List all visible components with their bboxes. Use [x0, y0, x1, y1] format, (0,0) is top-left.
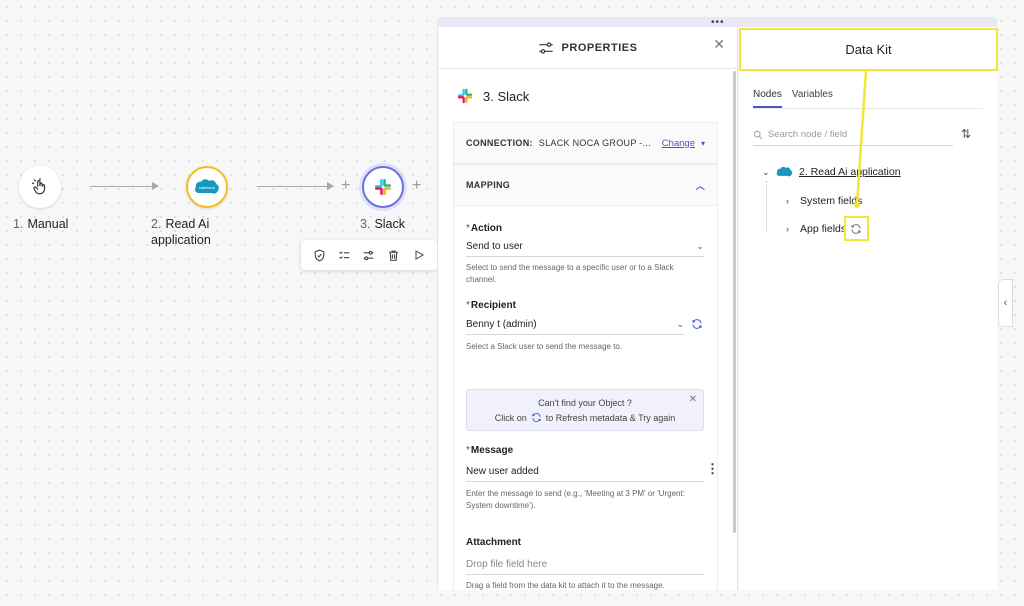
message-help: Enter the message to send (e.g., 'Meetin… — [466, 489, 685, 510]
info-prefix: Click on — [494, 412, 527, 423]
info-line-2: Click on to Refresh metadata & Try again — [467, 412, 703, 423]
tree-guide-line — [766, 181, 767, 231]
sliders-icon[interactable] — [358, 244, 380, 266]
refresh-icon[interactable] — [691, 318, 703, 330]
scrollbar[interactable] — [733, 71, 736, 533]
chevron-down-icon[interactable]: ⌄ — [696, 241, 704, 252]
tree-node-read-ai-label: 2. Read Ai application — [799, 166, 901, 178]
mapping-body: *Action Send to user ⌄ Select to send th… — [453, 206, 719, 590]
highlight-box — [844, 216, 869, 241]
search-placeholder: Search node / field — [768, 129, 848, 140]
tree-item-label: System fields — [800, 195, 863, 207]
step-title: 3. Slack — [456, 87, 529, 105]
node-manual[interactable] — [19, 166, 61, 208]
chevron-down-icon[interactable]: ⌄ — [676, 319, 684, 330]
properties-header: PROPERTIES — [438, 27, 737, 69]
flow-arrow — [90, 182, 159, 190]
node-slack[interactable] — [362, 166, 404, 208]
chevron-right-icon[interactable]: › — [786, 196, 794, 206]
refresh-icon[interactable] — [531, 412, 542, 423]
recipient-value: Benny t (admin) — [466, 319, 537, 330]
node-number: 3. — [360, 217, 371, 231]
chevron-down-icon[interactable]: ⌄ — [762, 167, 770, 178]
info-suffix: to Refresh metadata & Try again — [545, 412, 676, 423]
hand-pointer-icon — [31, 178, 46, 195]
svg-text:salesforce: salesforce — [199, 186, 215, 190]
chevron-right-icon[interactable]: › — [786, 224, 794, 234]
action-label: *Action — [466, 223, 503, 234]
salesforce-icon: salesforce — [195, 179, 219, 194]
action-select[interactable]: Send to user ⌄ — [466, 237, 704, 257]
node-read-ai-label: 2. Read Ai application — [151, 216, 261, 248]
sort-icon[interactable]: ⇅ — [961, 127, 971, 141]
search-input[interactable]: Search node / field — [753, 124, 953, 146]
recipient-help: Select a Slack user to send the message … — [466, 342, 623, 351]
recipient-label: *Recipient — [466, 300, 516, 311]
mapping-label: MAPPING — [466, 180, 511, 190]
attachment-dropzone[interactable]: Drop file field here — [466, 555, 704, 575]
add-step-plus-icon[interactable]: + — [341, 178, 350, 194]
recipient-select[interactable]: Benny t (admin) ⌄ — [466, 315, 684, 335]
play-icon[interactable] — [408, 244, 430, 266]
message-label-text: Message — [470, 445, 514, 456]
message-input[interactable]: New user added — [466, 462, 704, 482]
tree-item-label: App fields — [800, 223, 847, 235]
connection-section: CONNECTION: SLACK NOCA GROUP -... Change… — [453, 122, 718, 164]
chevron-down-icon[interactable]: ▾ — [701, 139, 705, 148]
chevron-left-icon[interactable]: ‹ — [998, 279, 1013, 327]
action-value: Send to user — [466, 241, 523, 252]
node-title: Manual — [27, 217, 69, 231]
tab-divider — [753, 108, 983, 109]
connection-value: SLACK NOCA GROUP -... — [538, 138, 651, 148]
node-number: 2. — [151, 217, 162, 231]
sliders-icon — [538, 41, 553, 54]
trash-icon[interactable] — [383, 244, 405, 266]
shield-check-icon[interactable] — [308, 244, 330, 266]
change-connection-link[interactable]: Change — [662, 138, 695, 149]
data-kit-panel: Data Kit Nodes Variables Search node / f… — [739, 27, 998, 590]
flow-arrow — [257, 182, 334, 190]
slack-icon — [375, 179, 391, 195]
salesforce-icon — [776, 166, 793, 177]
info-line-1: Can't find your Object ? — [538, 398, 632, 408]
slack-icon — [457, 88, 473, 104]
checklist-icon[interactable] — [333, 244, 355, 266]
node-number: 1. — [13, 217, 24, 231]
node-title: Slack — [374, 217, 406, 231]
attachment-placeholder: Drop file field here — [466, 559, 548, 570]
action-label-text: Action — [470, 223, 503, 234]
recipient-label-text: Recipient — [470, 300, 516, 311]
mapping-section-header[interactable]: MAPPING ︿ — [453, 164, 718, 206]
tree-node-read-ai[interactable]: ⌄ 2. Read Ai application — [762, 166, 901, 178]
data-kit-tabs: Nodes Variables — [753, 89, 833, 108]
node-slack-label: 3. Slack — [360, 216, 405, 232]
chevron-up-icon[interactable]: ︿ — [696, 179, 705, 192]
more-options-icon[interactable]: ⋮ — [706, 462, 719, 475]
message-value: New user added — [466, 466, 539, 477]
close-icon[interactable]: ✕ — [689, 394, 697, 405]
data-kit-title: Data Kit — [739, 28, 998, 71]
action-help: Select to send the message to a specific… — [466, 263, 674, 284]
node-read-ai-application[interactable]: salesforce — [186, 166, 228, 208]
tree-item-system-fields[interactable]: › System fields — [786, 195, 862, 207]
tab-nodes[interactable]: Nodes — [753, 89, 782, 108]
properties-title: PROPERTIES — [561, 41, 638, 54]
add-step-plus-icon[interactable]: + — [412, 178, 421, 194]
attachment-help: Drag a field from the data kit to attach… — [466, 581, 665, 590]
message-label: *Message — [466, 445, 514, 456]
refresh-metadata-info: ✕ Can't find your Object ? Click on to R… — [466, 389, 704, 431]
step-title-text: 3. Slack — [483, 88, 530, 104]
properties-panel: PROPERTIES ✕ 3. Slack CONNECTION: SLACK … — [437, 27, 738, 590]
connection-label: CONNECTION: — [466, 138, 533, 148]
search-icon — [753, 130, 763, 139]
tree-item-app-fields[interactable]: › App fields — [786, 223, 846, 235]
close-icon[interactable]: ✕ — [713, 36, 725, 53]
attachment-label: Attachment — [466, 537, 522, 548]
tab-variables[interactable]: Variables — [792, 89, 833, 108]
node-toolbar — [301, 240, 437, 270]
node-manual-label: 1. Manual — [13, 216, 68, 232]
